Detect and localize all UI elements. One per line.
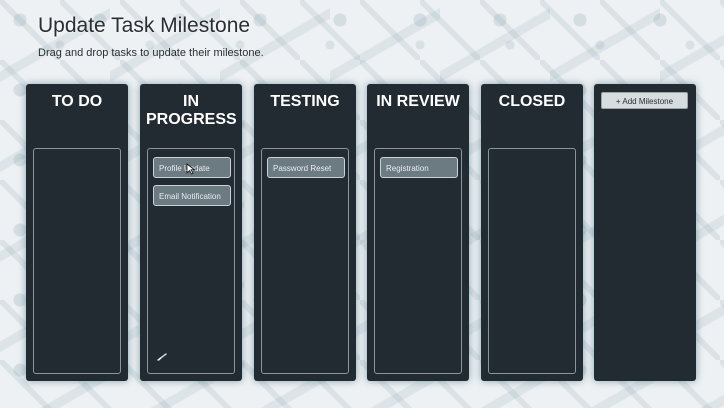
column-in-progress: IN PROGRESS Profile Update Email Notific… xyxy=(140,84,242,381)
drop-zone-testing[interactable]: Password Reset xyxy=(261,148,349,374)
task-card[interactable]: Email Notification xyxy=(153,185,231,206)
column-in-review: IN REVIEW Registration xyxy=(367,84,469,381)
column-title: TO DO xyxy=(51,93,103,110)
column-to-do: TO DO xyxy=(26,84,128,381)
drop-zone-in-progress[interactable]: Profile Update Email Notification xyxy=(147,148,235,374)
task-card[interactable]: Registration xyxy=(380,157,458,178)
column-add-milestone: + Add Milestone xyxy=(594,84,696,381)
column-title: IN REVIEW xyxy=(376,93,460,110)
task-card[interactable]: Password Reset xyxy=(267,157,345,178)
mouse-cursor-icon xyxy=(186,163,196,175)
drop-zone-to-do[interactable] xyxy=(33,148,121,374)
drop-zone-closed[interactable] xyxy=(488,148,576,374)
column-title: CLOSED xyxy=(498,93,566,110)
add-milestone-button[interactable]: + Add Milestone xyxy=(601,92,688,109)
page-subtitle: Drag and drop tasks to update their mile… xyxy=(38,47,264,59)
drop-zone-in-review[interactable]: Registration xyxy=(374,148,462,374)
column-title: TESTING xyxy=(270,93,340,110)
page-header: Update Task Milestone Drag and drop task… xyxy=(38,14,264,59)
page-title: Update Task Milestone xyxy=(38,14,251,37)
column-closed: CLOSED xyxy=(481,84,583,381)
drag-handle-icon xyxy=(157,353,167,361)
column-testing: TESTING Password Reset xyxy=(254,84,356,381)
column-title: IN PROGRESS xyxy=(146,93,237,128)
